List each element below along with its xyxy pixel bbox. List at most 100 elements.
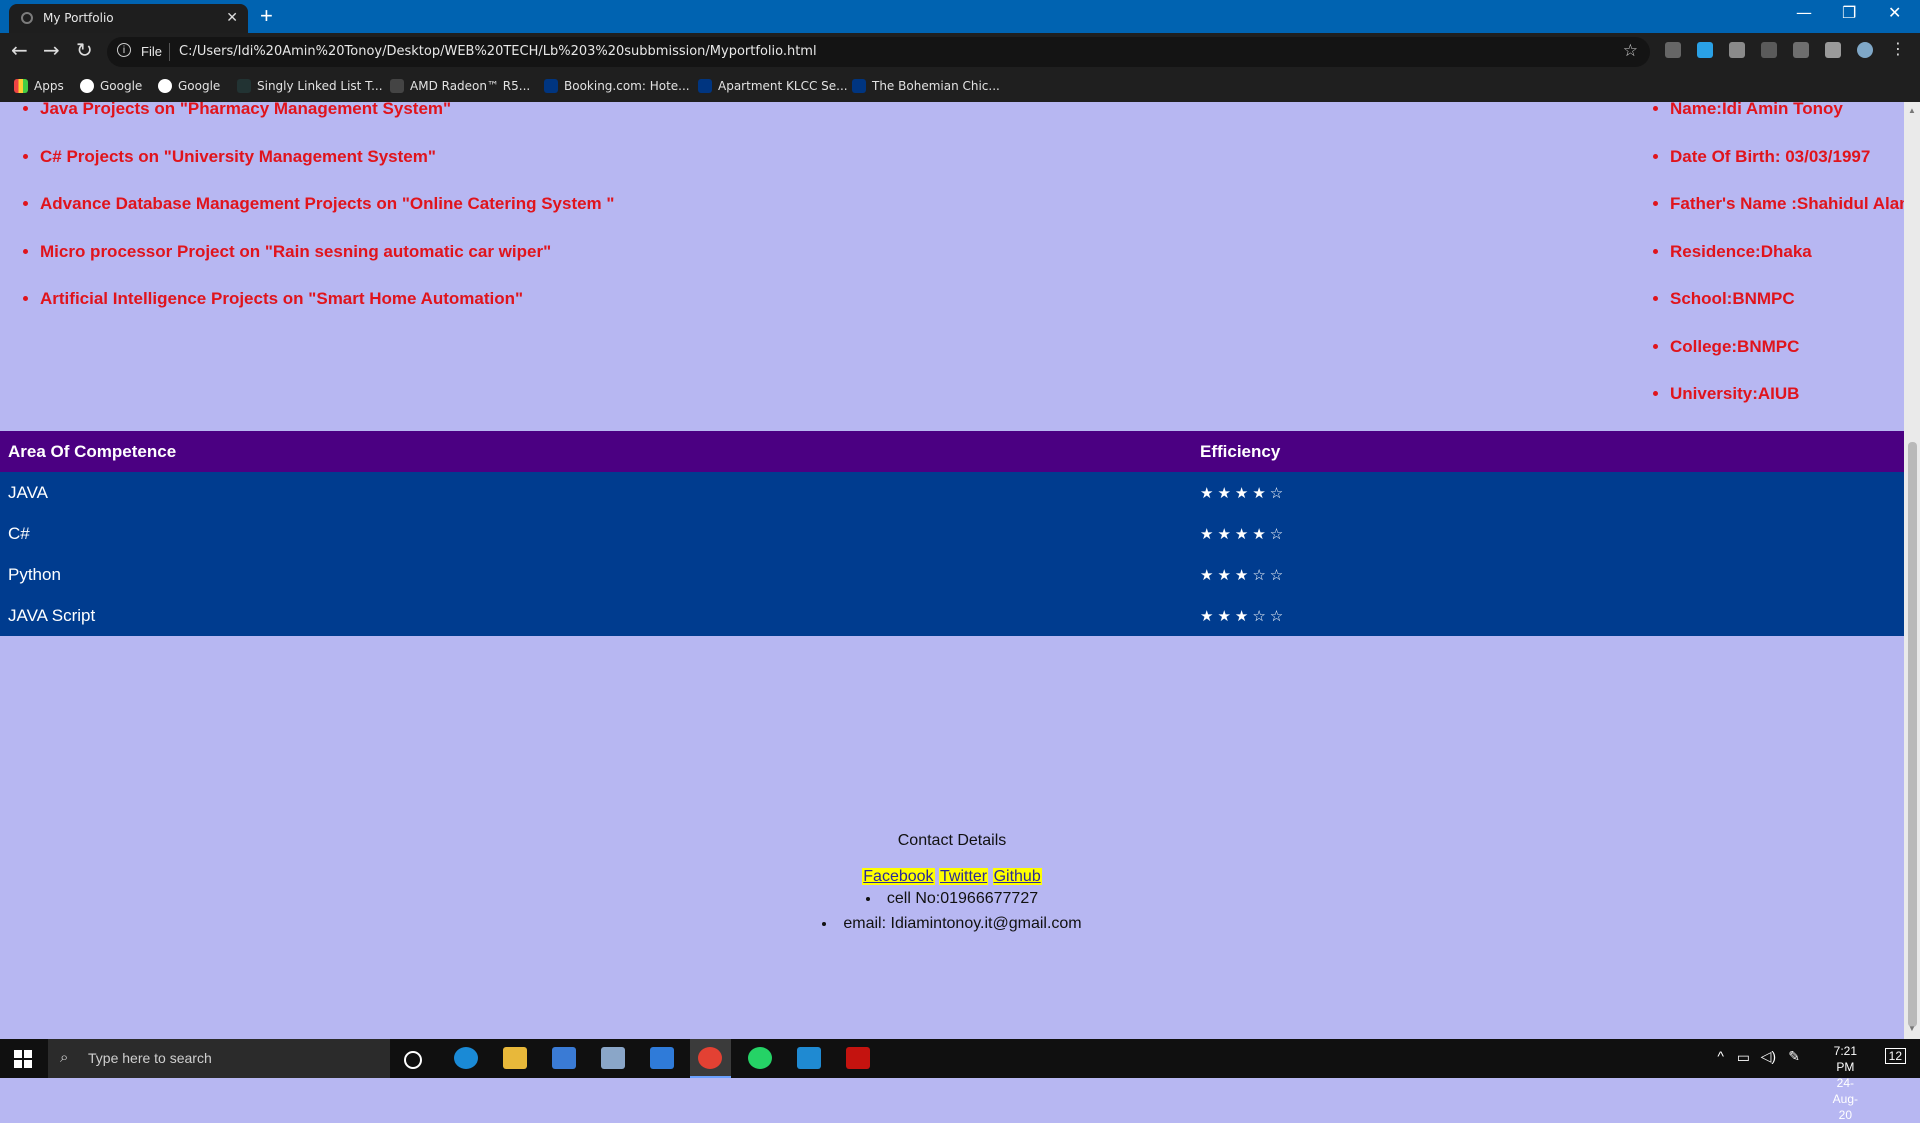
extension-icon[interactable] — [1761, 42, 1777, 58]
address-divider — [169, 43, 170, 61]
list-item: Micro processor Project on "Rain sesning… — [40, 243, 614, 296]
extension-icon[interactable] — [1665, 42, 1681, 58]
site-info-icon[interactable]: i — [117, 43, 131, 57]
booking-icon — [852, 79, 866, 93]
pen-icon[interactable]: ✎ — [1788, 1048, 1800, 1065]
browser-toolbar: ← → ↻ i File C:/Users/Idi%20Amin%20Tonoy… — [0, 33, 1920, 71]
new-tab-button[interactable]: + — [260, 3, 273, 29]
tab-title: My Portfolio — [43, 11, 114, 25]
skill-name: C# — [0, 513, 1192, 554]
star-rating: ★★★★☆ — [1192, 472, 1904, 513]
restore-window-button[interactable]: ❐ — [1842, 3, 1856, 22]
list-item: School:BNMPC — [1670, 290, 1904, 343]
list-item: Java Projects on "Pharmacy Management Sy… — [40, 102, 614, 153]
browser-tab[interactable]: My Portfolio ✕ — [9, 4, 248, 33]
download-icon[interactable] — [1793, 42, 1809, 58]
list-item: Name:Idi Amin Tonoy — [1670, 102, 1904, 153]
notifications-icon[interactable]: 12 — [1884, 1048, 1906, 1064]
facebook-link[interactable]: Facebook — [862, 868, 935, 885]
clock-date: 24-Aug-20 — [1832, 1076, 1858, 1122]
url-text[interactable]: C:/Users/Idi%20Amin%20Tonoy/Desktop/WEB%… — [179, 44, 817, 59]
close-window-button[interactable]: ✕ — [1888, 3, 1901, 22]
google-icon — [158, 79, 172, 93]
apps-grid-icon — [14, 79, 28, 93]
browser-tab-strip: My Portfolio ✕ + — ❐ ✕ — [0, 0, 1920, 33]
clock[interactable]: 7:21 PM 24-Aug-20 — [1833, 1043, 1858, 1123]
bookmark-apartment-klcc[interactable]: Apartment KLCC Se... — [698, 79, 848, 93]
list-item: Artificial Intelligence Projects on "Sma… — [40, 290, 614, 343]
competence-table: Area Of Competence Efficiency JAVA ★★★★☆… — [0, 431, 1904, 636]
taskbar-search-box[interactable]: ⌕ Type here to search — [48, 1039, 390, 1078]
bookmark-bohemian-chic[interactable]: The Bohemian Chic... — [852, 79, 1000, 93]
store-icon[interactable] — [552, 1047, 576, 1069]
list-item: Father's Name :Shahidul Alam — [1670, 195, 1904, 248]
url-scheme-label: File — [141, 44, 162, 59]
clock-time: 7:21 PM — [1833, 1044, 1857, 1074]
list-item: Advance Database Management Projects on … — [40, 195, 614, 248]
bookmark-star-icon[interactable]: ☆ — [1623, 41, 1638, 61]
chrome-taskbar-button[interactable] — [690, 1039, 731, 1078]
whatsapp-icon[interactable] — [748, 1047, 772, 1069]
show-hidden-icons-icon[interactable]: ^ — [1717, 1048, 1724, 1064]
acrobat-icon[interactable] — [846, 1047, 870, 1069]
twitter-link[interactable]: Twitter — [939, 868, 989, 885]
contact-section: Contact Details Facebook Twitter Github … — [0, 832, 1904, 940]
windows-start-icon[interactable] — [14, 1050, 32, 1068]
edge-icon[interactable] — [454, 1047, 478, 1069]
scroll-up-arrow-icon[interactable]: ▲ — [1908, 106, 1916, 115]
reload-icon[interactable]: ↻ — [76, 38, 93, 62]
close-tab-icon[interactable]: ✕ — [226, 9, 238, 26]
address-bar[interactable]: i File C:/Users/Idi%20Amin%20Tonoy/Deskt… — [107, 37, 1650, 67]
menu-kebab-icon[interactable]: ⋮ — [1890, 39, 1906, 58]
paint-icon[interactable] — [601, 1047, 625, 1069]
file-explorer-icon[interactable] — [503, 1047, 527, 1069]
bookmark-amd-radeon[interactable]: AMD Radeon™ R5... — [390, 79, 530, 93]
forward-arrow-icon[interactable]: → — [43, 38, 60, 62]
scrollbar-thumb[interactable] — [1908, 442, 1917, 1027]
puzzle-extensions-icon[interactable] — [1825, 42, 1841, 58]
amd-icon — [390, 79, 404, 93]
list-item: College:BNMPC — [1670, 338, 1904, 391]
bookmark-apps[interactable]: Apps — [14, 79, 64, 93]
column-header: Efficiency — [1192, 431, 1904, 472]
cortana-icon[interactable] — [404, 1051, 422, 1069]
column-header: Area Of Competence — [0, 431, 1192, 472]
network-icon[interactable]: ▭ — [1737, 1049, 1750, 1066]
windows-taskbar: ⌕ Type here to search ^ ▭ ◁) ✎ 7:21 PM 2… — [0, 1039, 1920, 1122]
table-row: JAVA Script ★★★☆☆ — [0, 595, 1904, 636]
table-header-row: Area Of Competence Efficiency — [0, 431, 1904, 472]
extension-icon[interactable] — [1729, 42, 1745, 58]
github-link[interactable]: Github — [992, 868, 1042, 885]
bookmark-google[interactable]: Google — [80, 79, 142, 93]
vscode-icon[interactable] — [797, 1047, 821, 1069]
cell-number: cell No:01966677727 — [0, 890, 1904, 915]
skill-name: JAVA Script — [0, 595, 1192, 636]
contact-list: cell No:01966677727 email: Idiamintonoy.… — [0, 890, 1904, 940]
skill-name: JAVA — [0, 472, 1192, 513]
star-rating: ★★★☆☆ — [1192, 554, 1904, 595]
email-address: email: Idiamintonoy.it@gmail.com — [0, 915, 1904, 940]
page-icon — [237, 79, 251, 93]
google-icon — [80, 79, 94, 93]
bookmark-singly-linked-list[interactable]: Singly Linked List T... — [237, 79, 383, 93]
personal-info-list: Name:Idi Amin Tonoy Date Of Birth: 03/03… — [1670, 102, 1904, 438]
list-item: Date Of Birth: 03/03/1997 — [1670, 148, 1904, 201]
mail-icon[interactable] — [650, 1047, 674, 1069]
list-item: C# Projects on "University Management Sy… — [40, 148, 614, 201]
minimize-window-button[interactable]: — — [1796, 3, 1812, 22]
bookmark-google[interactable]: Google — [158, 79, 220, 93]
table-row: Python ★★★☆☆ — [0, 554, 1904, 595]
extension-icon[interactable] — [1697, 42, 1713, 58]
star-rating: ★★★★☆ — [1192, 513, 1904, 554]
page-content: Java Projects on "Pharmacy Management Sy… — [0, 102, 1904, 1039]
profile-avatar[interactable] — [1857, 42, 1873, 58]
back-arrow-icon[interactable]: ← — [11, 38, 28, 62]
booking-icon — [698, 79, 712, 93]
contact-title: Contact Details — [897, 832, 1007, 849]
bookmark-booking[interactable]: Booking.com: Hote... — [544, 79, 690, 93]
volume-icon[interactable]: ◁) — [1761, 1048, 1776, 1065]
social-links: Facebook Twitter Github — [0, 868, 1904, 886]
scroll-down-arrow-icon[interactable]: ▼ — [1908, 1024, 1916, 1033]
vertical-scrollbar[interactable]: ▲ ▼ — [1904, 102, 1920, 1039]
star-rating: ★★★☆☆ — [1192, 595, 1904, 636]
